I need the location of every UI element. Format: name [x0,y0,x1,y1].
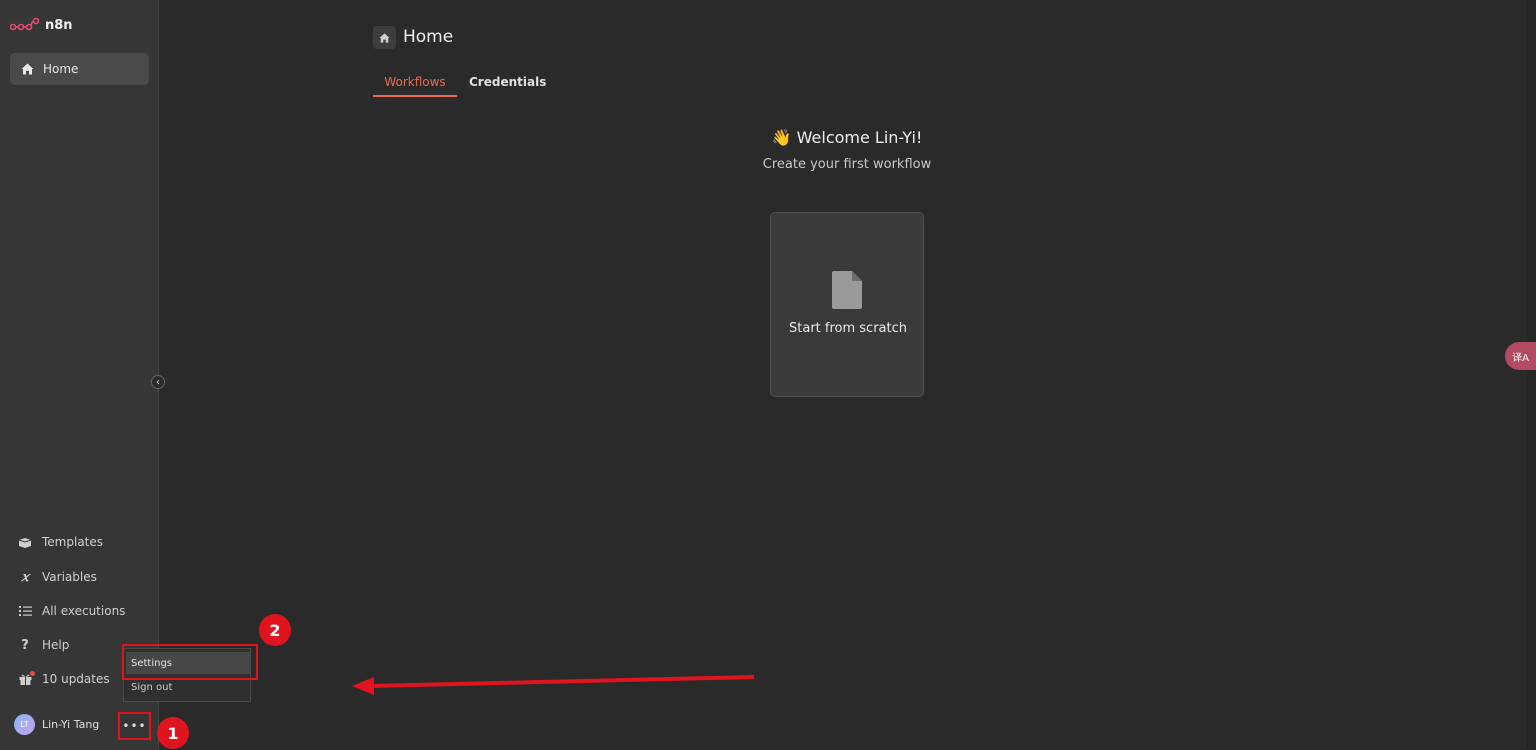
n8n-logo[interactable]: n8n [10,17,73,33]
collapse-sidebar-button[interactable]: ‹ [151,375,165,389]
gift-icon [18,671,35,685]
file-icon [832,271,862,309]
sidebar-item-help[interactable]: ? Help [18,635,69,655]
menu-item-settings[interactable]: Settings [126,652,250,674]
home-icon [20,63,34,75]
avatar[interactable]: LT [14,714,35,735]
user-profile: LT Lin-Yi Tang [14,714,99,735]
sidebar-item-templates[interactable]: Templates [18,532,103,552]
menu-item-sign-out[interactable]: Sign out [126,677,250,697]
sidebar-item-label: 10 updates [42,672,110,686]
page-title: Home [403,27,454,47]
home-icon [373,26,396,49]
card-label: Start from scratch [789,321,907,336]
window-edge [1527,0,1536,750]
sidebar: n8n Home Templates 𝑥 Variables All execu… [0,0,159,750]
annotation-arrow [352,675,755,695]
sidebar-item-label: Home [43,62,79,76]
sidebar-item-label: All executions [42,604,126,618]
annotation-badge-2: 2 [259,614,291,646]
logo-text: n8n [45,17,73,33]
user-name: Lin-Yi Tang [42,718,100,731]
welcome-heading: 👋 Welcome Lin-Yi! [771,128,923,147]
box-open-icon [18,537,32,548]
translate-button[interactable]: 译A [1505,342,1536,370]
annotation-badge-1: 1 [157,717,189,749]
notification-dot [30,671,35,676]
sidebar-item-label: Variables [42,570,97,584]
variable-x-icon: 𝑥 [21,569,29,585]
welcome-subtitle: Create your first workflow [762,157,932,172]
sidebar-item-updates[interactable]: 10 updates [18,669,110,689]
start-from-scratch-card[interactable]: Start from scratch [770,212,924,397]
tab-credentials[interactable]: Credentials [469,75,546,89]
n8n-logo-icon [10,17,40,31]
sidebar-item-all-executions[interactable]: All executions [18,601,125,621]
tasks-list-icon [18,605,32,617]
tab-workflows[interactable]: Workflows [373,75,457,97]
user-menu-button[interactable]: ••• [118,712,151,740]
sidebar-item-label: Help [42,638,70,652]
user-menu-dropdown: Settings Sign out [123,648,251,702]
sidebar-item-label: Templates [42,535,104,549]
sidebar-item-variables[interactable]: 𝑥 Variables [18,567,97,587]
sidebar-item-home[interactable]: Home [10,53,149,85]
question-icon: ? [21,637,29,653]
